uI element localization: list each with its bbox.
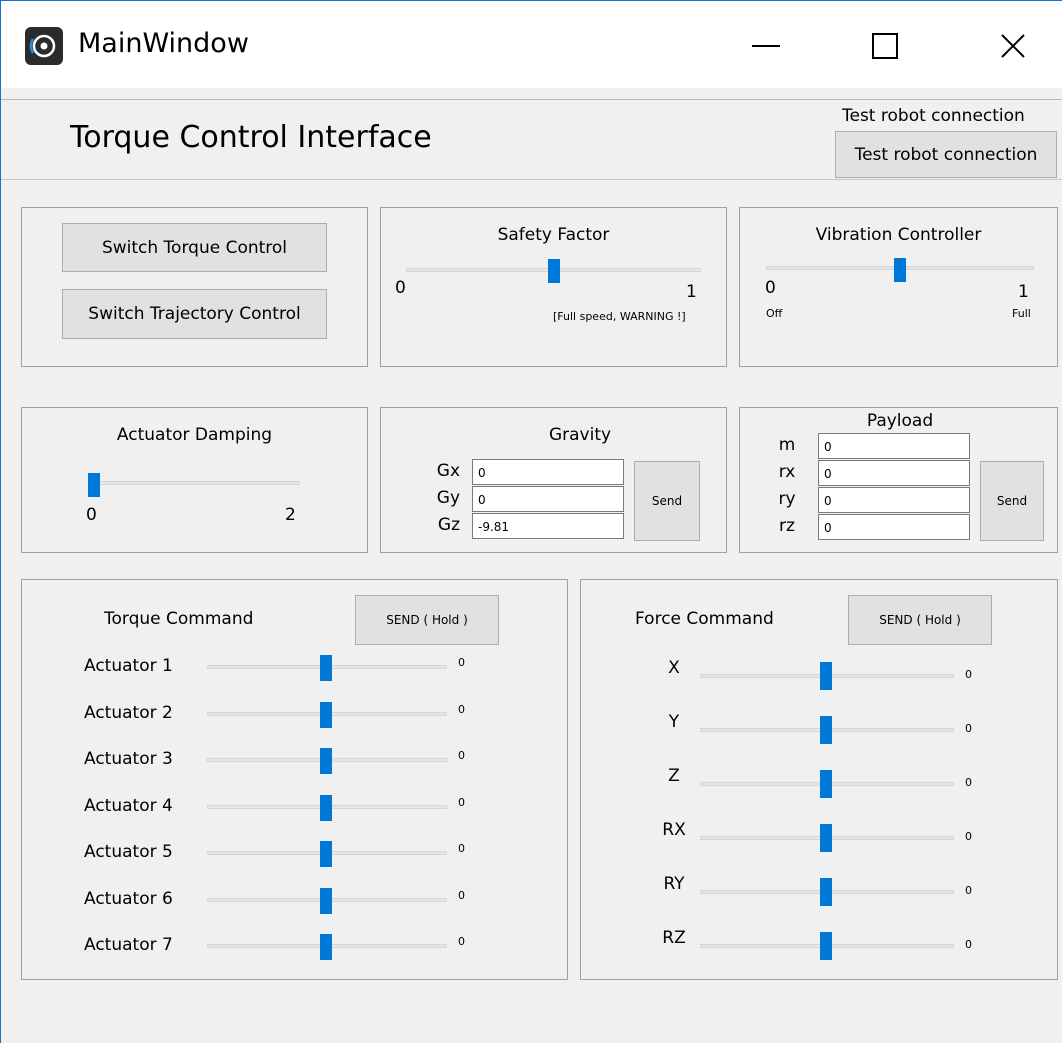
header-divider bbox=[0, 179, 1062, 180]
actuator-damping-title: Actuator Damping bbox=[116, 425, 273, 445]
torque-command-title: Torque Command bbox=[104, 609, 254, 629]
vibration-max-label: 1 bbox=[1018, 282, 1029, 302]
payload-rx-input[interactable]: 0 bbox=[818, 460, 970, 486]
actuator-damping-slider-track[interactable] bbox=[88, 481, 300, 485]
app-icon bbox=[25, 27, 63, 65]
close-button[interactable] bbox=[978, 18, 1048, 74]
payload-rz-label: rz bbox=[779, 516, 795, 536]
force-x-label: X bbox=[668, 658, 680, 678]
close-icon bbox=[1001, 34, 1025, 58]
actuator-7-slider-handle[interactable] bbox=[320, 934, 332, 960]
force-rz-value: 0 bbox=[965, 938, 972, 951]
payload-m-input[interactable]: 0 bbox=[818, 433, 970, 459]
payload-ry-input[interactable]: 0 bbox=[818, 487, 970, 513]
vibration-full-label: Full bbox=[1012, 307, 1031, 320]
actuator-4-value: 0 bbox=[458, 795, 465, 809]
window-title: MainWindow bbox=[78, 28, 249, 59]
actuator-6-label: Actuator 6 bbox=[84, 888, 173, 909]
test-connection-label: Test robot connection bbox=[842, 106, 1025, 126]
force-x-slider-handle[interactable] bbox=[820, 662, 832, 690]
force-ry-value: 0 bbox=[965, 884, 972, 897]
actuator-1-value: 0 bbox=[458, 656, 465, 669]
force-y-value: 0 bbox=[965, 722, 972, 735]
force-x-value: 0 bbox=[965, 668, 972, 681]
actuator-damping-max-label: 2 bbox=[285, 505, 296, 525]
force-ry-label: RY bbox=[663, 874, 685, 894]
safety-factor-title: Safety Factor bbox=[497, 225, 610, 245]
torque-send-hold-button[interactable]: SEND ( Hold ) bbox=[355, 595, 499, 645]
safety-factor-min-label: 0 bbox=[395, 278, 406, 298]
gravity-gy-input[interactable]: 0 bbox=[472, 486, 624, 512]
actuator-6-value: 0 bbox=[458, 888, 465, 902]
actuator-damping-slider-handle[interactable] bbox=[88, 473, 100, 497]
actuator-1-label: Actuator 1 bbox=[84, 656, 173, 676]
title-bar: MainWindow bbox=[0, 0, 1062, 88]
force-y-label: Y bbox=[668, 712, 680, 732]
safety-factor-slider-handle[interactable] bbox=[547, 259, 560, 283]
force-rz-slider-handle[interactable] bbox=[820, 932, 832, 960]
minimize-button[interactable] bbox=[731, 18, 801, 74]
force-rx-label: RX bbox=[662, 820, 686, 840]
menu-bar bbox=[0, 88, 1062, 100]
maximize-icon bbox=[872, 33, 898, 59]
payload-rx-label: rx bbox=[778, 462, 796, 482]
actuator-damping-min-label: 0 bbox=[86, 505, 97, 525]
payload-title: Payload bbox=[866, 411, 934, 431]
force-command-title: Force Command bbox=[635, 609, 774, 629]
payload-ry-label: ry bbox=[778, 489, 796, 509]
force-rx-value: 0 bbox=[965, 830, 972, 843]
actuator-3-slider-handle[interactable] bbox=[320, 748, 332, 774]
gravity-title: Gravity bbox=[548, 425, 612, 445]
actuator-4-label: Actuator 4 bbox=[84, 795, 173, 816]
force-y-slider-handle[interactable] bbox=[820, 716, 832, 744]
safety-factor-warning-note: [Full speed, WARNING !] bbox=[553, 310, 686, 323]
switch-torque-control-button[interactable]: Switch Torque Control bbox=[62, 223, 327, 272]
gravity-send-button[interactable]: Send bbox=[634, 461, 700, 541]
gravity-gy-label: Gy bbox=[436, 488, 460, 508]
payload-rz-input[interactable]: 0 bbox=[818, 514, 970, 540]
actuator-2-value: 0 bbox=[458, 702, 465, 716]
force-z-slider-handle[interactable] bbox=[820, 770, 832, 798]
safety-factor-max-label: 1 bbox=[686, 282, 697, 302]
actuator-4-slider-handle[interactable] bbox=[320, 794, 332, 821]
force-z-label: Z bbox=[668, 766, 680, 786]
maximize-button[interactable] bbox=[850, 18, 920, 74]
vibration-min-label: 0 bbox=[765, 278, 776, 298]
actuator-2-slider-handle[interactable] bbox=[320, 701, 332, 728]
payload-m-label: m bbox=[778, 435, 796, 455]
page-title: Torque Control Interface bbox=[70, 120, 432, 155]
actuator-1-slider-handle[interactable] bbox=[320, 655, 332, 681]
actuator-6-slider-handle[interactable] bbox=[320, 887, 332, 914]
force-ry-slider-handle[interactable] bbox=[820, 878, 832, 906]
vibration-controller-title: Vibration Controller bbox=[815, 225, 982, 245]
minimize-icon bbox=[752, 45, 780, 47]
actuator-5-label: Actuator 5 bbox=[84, 842, 173, 862]
actuator-5-slider-handle[interactable] bbox=[320, 841, 332, 867]
force-rx-slider-handle[interactable] bbox=[820, 824, 832, 852]
vibration-off-label: Off bbox=[766, 307, 783, 320]
switch-trajectory-control-button[interactable]: Switch Trajectory Control bbox=[62, 289, 327, 339]
test-connection-button[interactable]: Test robot connection bbox=[835, 131, 1057, 178]
gravity-gz-label: Gz bbox=[437, 515, 460, 535]
payload-send-button[interactable]: Send bbox=[980, 461, 1044, 541]
actuator-3-value: 0 bbox=[458, 749, 465, 762]
gravity-gz-input[interactable]: -9.81 bbox=[472, 513, 624, 539]
actuator-3-label: Actuator 3 bbox=[84, 749, 173, 769]
force-z-value: 0 bbox=[965, 776, 972, 789]
actuator-2-label: Actuator 2 bbox=[84, 702, 173, 723]
actuator-7-label: Actuator 7 bbox=[84, 935, 173, 955]
force-rz-label: RZ bbox=[662, 928, 686, 948]
vibration-slider-handle[interactable] bbox=[894, 258, 906, 282]
gravity-gx-input[interactable]: 0 bbox=[472, 459, 624, 485]
actuator-5-value: 0 bbox=[458, 842, 465, 855]
actuator-7-value: 0 bbox=[458, 935, 465, 948]
gravity-gx-label: Gx bbox=[436, 461, 460, 481]
force-send-hold-button[interactable]: SEND ( Hold ) bbox=[848, 595, 992, 645]
